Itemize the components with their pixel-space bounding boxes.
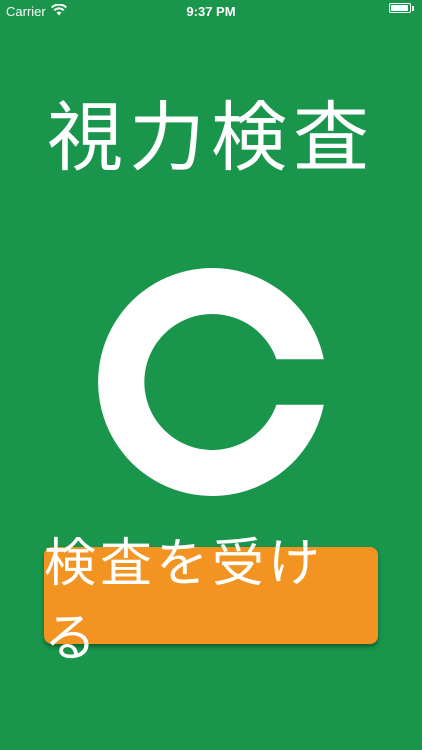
landolt-c-ring <box>98 268 324 496</box>
status-right <box>389 3 414 13</box>
battery-icon <box>389 3 411 13</box>
start-test-button[interactable]: 検査を受ける <box>44 534 378 669</box>
status-time: 9:37 PM <box>186 4 236 19</box>
page-title: 視力検査 <box>47 93 375 182</box>
status-bar: Carrier 9:37 PM <box>0 0 422 24</box>
landolt-c-icon <box>98 268 324 496</box>
battery-tip <box>412 5 414 11</box>
battery-fill <box>391 5 408 11</box>
